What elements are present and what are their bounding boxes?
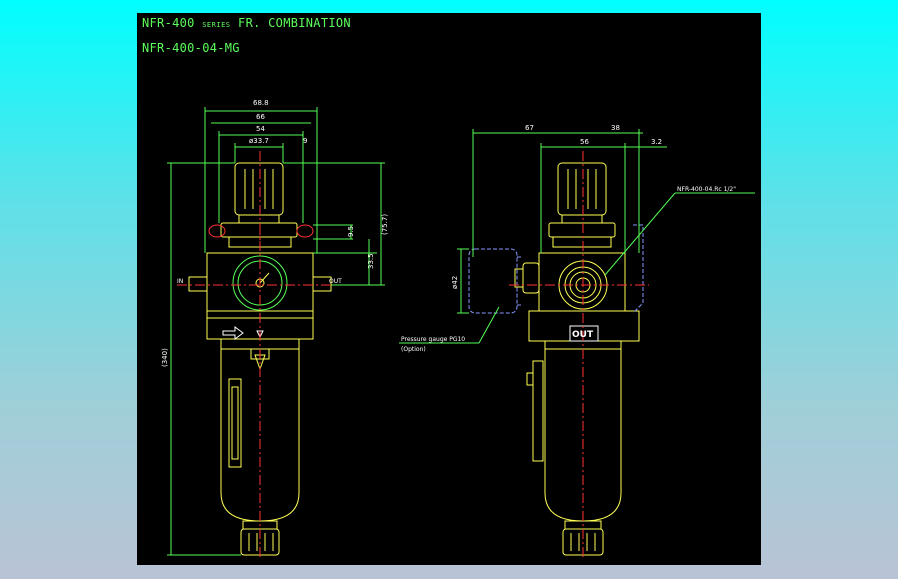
gauge-label: Pressure gauge PG10 (401, 336, 465, 343)
front-knob (234, 162, 284, 216)
dim-dia: ø33.7 (249, 137, 269, 145)
side-gauge-hidden (468, 224, 644, 314)
side-view (514, 162, 640, 556)
side-body (538, 252, 626, 312)
dimension-labels: 68.8 66 54 ø33.7 9 9.5 (75.7) 33.5 (340)… (161, 99, 736, 367)
dim-340: (340) (161, 348, 169, 367)
dim-67: 67 (525, 124, 534, 132)
dim-42: ø42 (451, 276, 459, 289)
dim-38: 38 (611, 124, 620, 132)
cad-viewport: NFR-400 SERIES FR. COMBINATION NFR-400-0… (137, 13, 761, 565)
front-dimensions (167, 107, 385, 556)
technical-drawing: 68.8 66 54 ø33.7 9 9.5 (75.7) 33.5 (340)… (161, 99, 755, 559)
side-knob (557, 162, 607, 216)
side-centerlines (509, 151, 649, 559)
dim-335: 33.5 (367, 253, 375, 269)
in-port-label: IN (177, 278, 183, 285)
dim-757: (75.7) (381, 214, 389, 235)
dim-54: 54 (256, 125, 265, 133)
out-port-label: OUT (329, 278, 342, 285)
gauge-option: (Option) (401, 346, 426, 353)
port-thread-label: NFR-400-04.Rc 1/2" (677, 186, 736, 193)
dim-66: 66 (256, 113, 265, 121)
out-badge-text: OUT (572, 330, 594, 340)
dim-9: 9 (303, 137, 307, 145)
dim-688: 68.8 (253, 99, 269, 107)
dim-32: 3.2 (651, 138, 662, 146)
dim-56: 56 (580, 138, 589, 146)
dim-95: 9.5 (347, 226, 355, 237)
